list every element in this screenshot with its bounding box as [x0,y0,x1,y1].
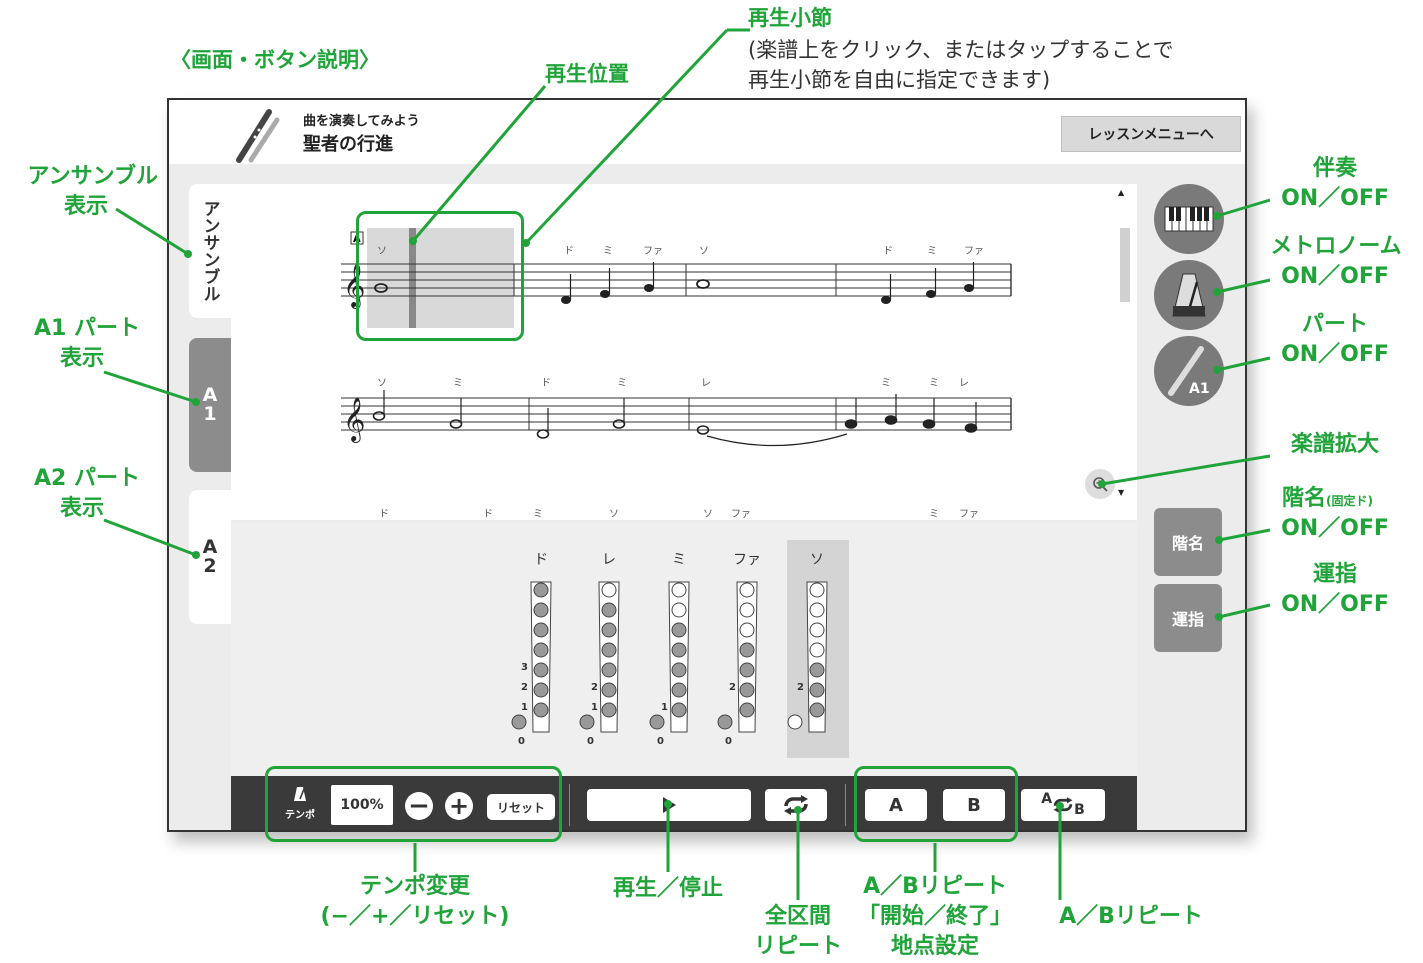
ann-tempo-1: テンポ変更 [359,874,470,899]
ann-part-2: ON／OFF [1281,342,1389,367]
ann-abset-2: 「開始／終了」 [857,904,1012,929]
ann-full-2: リピート [753,934,842,959]
ann-metro-1: メトロノーム [1270,234,1402,259]
ann-finger-1: 運指 [1312,562,1357,587]
ann-abset-3: 地点設定 [890,934,979,959]
ann-ensemble-1: アンサンブル [27,164,158,189]
ann-metro-2: ON／OFF [1281,264,1389,289]
ann-ensemble-2: 表示 [63,194,108,219]
ann-a2-2: 表示 [59,496,104,521]
ann-scale-1: 階名(固定ド) [1282,486,1373,511]
ann-finger-2: ON／OFF [1281,592,1389,617]
ann-part-1: パート [1301,312,1368,337]
leader-lines [103,28,1271,900]
ann-a1-1: A1 パート [34,316,140,341]
ann-scale-label: 階名 [1282,486,1327,511]
ann-zoom: 楽譜拡大 [1290,432,1379,457]
ann-a1-2: 表示 [59,346,104,371]
ann-scale-fixed-do: (固定ド) [1326,494,1373,508]
ann-abset-1: A／Bリピート [863,874,1007,899]
ann-a2-1: A2 パート [34,466,140,491]
ann-tempo-2: (−／+／リセット) [320,904,510,929]
ann-full-1: 全区間 [764,904,831,929]
ann-scale-2: ON／OFF [1281,516,1389,541]
ann-ab: A／Bリピート [1059,904,1203,929]
ann-play: 再生／停止 [612,876,723,901]
ann-accomp-1: 伴奏 [1312,156,1357,181]
ann-accomp-2: ON／OFF [1281,186,1389,211]
